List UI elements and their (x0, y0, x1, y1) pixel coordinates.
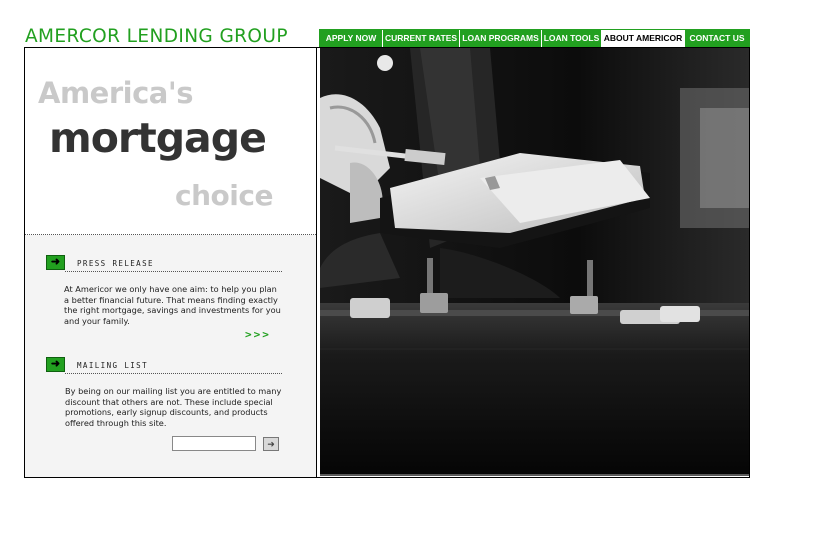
nav-loan-programs[interactable]: LOAN PROGRAMS (460, 30, 542, 47)
left-panel: America's mortgage choice ➜ PRESS RELEAS… (25, 48, 317, 477)
hero-tagline: America's mortgage choice (25, 48, 316, 235)
mailing-list-submit-button[interactable]: ➜ (263, 437, 279, 451)
businessman-briefcase-photo (320, 48, 749, 476)
press-release-arrow-icon[interactable]: ➜ (46, 255, 65, 270)
hero-line-america: America's (38, 76, 193, 110)
hero-line-mortgage: mortgage (49, 114, 267, 162)
nav-apply-now[interactable]: APPLY NOW (320, 30, 383, 47)
nav-loan-tools[interactable]: LOAN TOOLS (542, 30, 602, 47)
press-release-title: PRESS RELEASE (77, 259, 154, 268)
brand-logo[interactable]: AMERCOR LENDING GROUP (25, 26, 317, 48)
hero-line-choice: choice (175, 179, 273, 212)
mailing-list-arrow-icon[interactable]: ➜ (46, 357, 65, 372)
mailing-list-divider (65, 373, 282, 374)
mailing-list-email-input[interactable] (172, 436, 256, 451)
mailing-list-title: MAILING LIST (77, 361, 148, 370)
main-nav: APPLY NOW CURRENT RATES LOAN PROGRAMS LO… (319, 29, 750, 48)
nav-about-americor[interactable]: ABOUT AMERICOR (602, 30, 685, 47)
mailing-list-text: By being on our mailing list you are ent… (65, 386, 282, 428)
hero-photo (320, 48, 749, 476)
press-release-divider (65, 271, 282, 272)
press-release-more-link[interactable]: >>> (245, 328, 271, 341)
press-release-text: At Americor we only have one aim: to hel… (64, 284, 281, 326)
nav-contact-us[interactable]: CONTACT US (685, 30, 749, 47)
nav-current-rates[interactable]: CURRENT RATES (383, 30, 460, 47)
